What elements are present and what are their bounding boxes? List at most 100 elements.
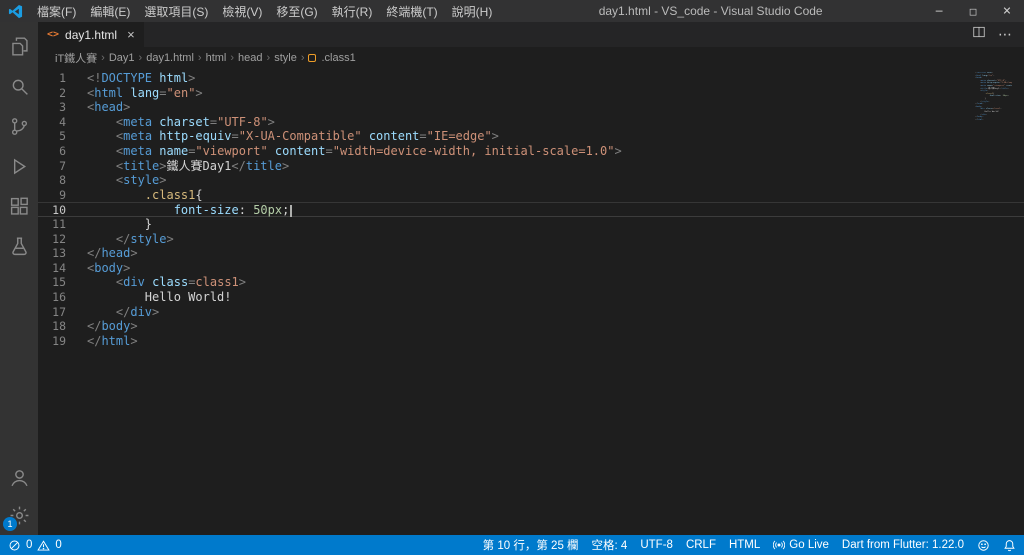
tab-close-icon[interactable]: × (127, 27, 135, 42)
breadcrumb-item[interactable]: head (236, 52, 264, 64)
window-controls: ─ □ × (922, 0, 1024, 22)
run-and-debug-icon[interactable] (7, 154, 31, 178)
vscode-window: 檔案(F) 編輯(E) 選取項目(S) 檢視(V) 移至(G) 執行(R) 終端… (0, 0, 1024, 555)
line-number: 15 (52, 275, 66, 290)
code-line[interactable]: 19 </html> (38, 334, 1024, 349)
line-number: 11 (52, 216, 66, 231)
status-cursor-position[interactable]: 第 10 行，第 25 欄 (483, 537, 579, 553)
extensions-icon[interactable] (7, 194, 31, 218)
line-number: 12 (52, 231, 66, 246)
breadcrumb-item[interactable]: day1.html (144, 52, 196, 64)
chevron-right-icon: › (230, 51, 235, 64)
chevron-right-icon: › (138, 51, 143, 64)
search-icon[interactable] (7, 74, 31, 98)
line-number: 1 (59, 71, 66, 85)
code-line[interactable]: 7 <title>鐵人賽Day1</title> (38, 159, 1024, 174)
testing-flask-icon[interactable] (7, 234, 31, 258)
code-line[interactable]: 1 <!DOCTYPE html> (38, 71, 1024, 86)
text-cursor (290, 204, 292, 217)
tab-day1-html[interactable]: <> day1.html × (38, 22, 144, 47)
minimize-button[interactable]: ─ (922, 0, 956, 22)
status-indentation[interactable]: 空格: 4 (592, 537, 628, 553)
activity-bar: 1 (0, 22, 38, 535)
activity-bar-bottom: 1 (3, 465, 31, 535)
menu-help[interactable]: 說明(H) (445, 3, 500, 20)
menu-bar: 檔案(F) 編輯(E) 選取項目(S) 檢視(V) 移至(G) 執行(R) 終端… (30, 3, 499, 20)
split-editor-icon[interactable] (972, 25, 986, 44)
code-line[interactable]: 17 </div> (38, 305, 1024, 320)
status-encoding[interactable]: UTF-8 (640, 539, 673, 551)
account-icon[interactable] (7, 465, 31, 489)
line-number: 13 (52, 246, 66, 261)
code-line[interactable]: 11 } (38, 217, 1024, 232)
breadcrumb-item[interactable]: style (272, 52, 299, 64)
warning-count: 0 (55, 539, 62, 551)
feedback-icon[interactable] (977, 539, 990, 552)
symbol-class-icon (308, 53, 317, 62)
warning-triangle-icon (37, 539, 51, 551)
menu-selection[interactable]: 選取項目(S) (137, 3, 215, 20)
error-count: 0 (26, 539, 33, 551)
code-line[interactable]: 5 <meta http-equiv="X-UA-Compatible" con… (38, 129, 1024, 144)
code-line[interactable]: 4 <meta charset="UTF-8"> (38, 115, 1024, 130)
title-bar: 檔案(F) 編輯(E) 選取項目(S) 檢視(V) 移至(G) 執行(R) 終端… (0, 0, 1024, 22)
editor[interactable]: 1 <!DOCTYPE html> 2 <html lang="en"> 3 <head>… (38, 68, 1024, 535)
menu-go[interactable]: 移至(G) (269, 3, 324, 20)
line-number: 8 (59, 173, 66, 188)
line-number: 18 (52, 319, 66, 334)
notifications-bell-icon[interactable] (1003, 539, 1016, 552)
tab-bar: <> day1.html × ⋯ (38, 22, 1024, 47)
code-line[interactable]: 18 </body> (38, 319, 1024, 334)
line-number: 14 (52, 260, 66, 275)
breadcrumb-item[interactable]: .class1 (319, 52, 357, 64)
source-control-icon[interactable] (7, 114, 31, 138)
code-line[interactable]: 3 <head> (38, 100, 1024, 115)
close-button[interactable]: × (990, 0, 1024, 22)
line-number: 7 (59, 158, 66, 173)
line-number: 6 (59, 143, 66, 158)
line-number: 9 (59, 187, 66, 202)
window-title: day1.html - VS_code - Visual Studio Code (598, 4, 823, 18)
maximize-button[interactable]: □ (956, 0, 990, 22)
code-line[interactable]: 14 <body> (38, 261, 1024, 276)
code-line[interactable]: 8 <style> (38, 173, 1024, 188)
code-line[interactable]: 10 font-size: 50px; (38, 202, 1024, 217)
code-line[interactable]: 15 <div class=class1> (38, 275, 1024, 290)
code-line[interactable]: 12 </style> (38, 232, 1024, 247)
minimap[interactable]: <!DOCTYPE html> <html lang="en"> <head> <m… (954, 72, 1012, 121)
explorer-icon[interactable] (7, 34, 31, 58)
status-bar: 0 0 第 10 行，第 25 欄 空格: 4 UTF-8 CRLF HTML … (0, 535, 1024, 555)
settings-gear-icon[interactable]: 1 (3, 503, 31, 531)
line-number: 5 (59, 129, 66, 144)
code-line[interactable]: 16 Hello World! (38, 290, 1024, 305)
chevron-right-icon: › (197, 51, 202, 64)
go-live-label: Go Live (789, 539, 829, 551)
menu-terminal[interactable]: 終端機(T) (379, 3, 444, 20)
code-line[interactable]: 2 <html lang="en"> (38, 86, 1024, 101)
line-number: 4 (59, 114, 66, 129)
more-actions-icon[interactable]: ⋯ (998, 26, 1012, 43)
line-number: 17 (52, 304, 66, 319)
menu-view[interactable]: 檢視(V) (215, 3, 269, 20)
broadcast-icon (773, 540, 786, 550)
breadcrumb-item[interactable]: iT鐵人賽 (53, 50, 99, 66)
settings-badge: 1 (3, 517, 17, 531)
menu-edit[interactable]: 編輯(E) (83, 3, 137, 20)
status-bar-right: 第 10 行，第 25 欄 空格: 4 UTF-8 CRLF HTML Go L… (483, 537, 1016, 553)
menu-file[interactable]: 檔案(F) (30, 3, 83, 20)
line-number: 2 (59, 85, 66, 100)
code-line[interactable]: 6 <meta name="viewport" content="width=d… (38, 144, 1024, 159)
menu-run[interactable]: 執行(R) (325, 3, 380, 20)
status-language-mode[interactable]: HTML (729, 539, 760, 551)
status-eol[interactable]: CRLF (686, 539, 716, 551)
breadcrumb-item[interactable]: html (204, 52, 229, 64)
go-live-button[interactable]: Go Live (773, 539, 829, 551)
main-area: 1 <> day1.html × ⋯ iT鐵人賽 › Day1 › day1.h… (0, 22, 1024, 535)
code-line[interactable]: 13 </head> (38, 246, 1024, 261)
code-line[interactable]: 9 .class1{ (38, 188, 1024, 203)
problems-indicator[interactable]: 0 0 (8, 539, 62, 552)
editor-actions: ⋯ (972, 22, 1024, 47)
chevron-right-icon: › (266, 51, 271, 64)
status-dart-version[interactable]: Dart from Flutter: 1.22.0 (842, 539, 964, 551)
breadcrumb-item[interactable]: Day1 (107, 52, 137, 64)
